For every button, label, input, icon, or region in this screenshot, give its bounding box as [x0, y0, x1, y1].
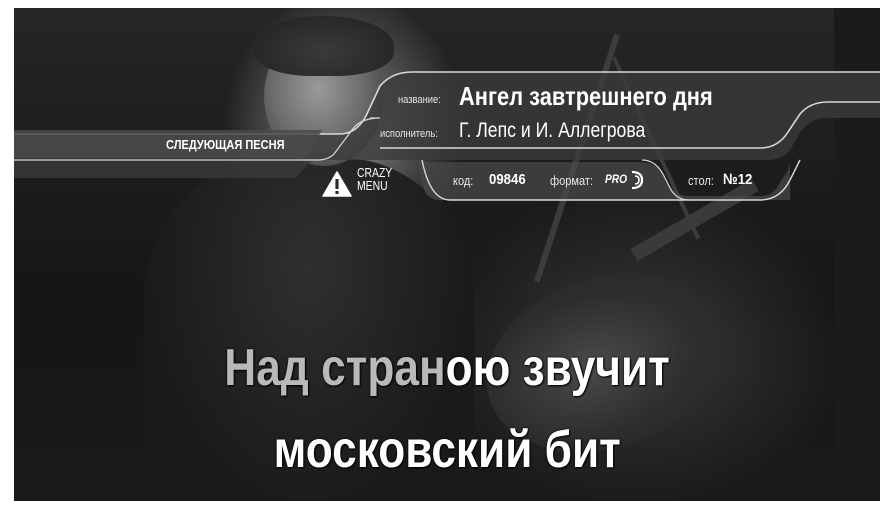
artist-label: исполнитель:	[380, 128, 438, 140]
warning-triangle-icon[interactable]	[322, 171, 352, 197]
format-badge: PRO	[605, 172, 628, 186]
table-number: №12	[723, 171, 753, 188]
pro-format-icon	[631, 170, 644, 190]
song-title: Ангел завтрешнего дня	[459, 81, 713, 111]
lyrics-line-1-sung: Над стран	[224, 339, 447, 397]
title-label: название:	[398, 94, 441, 106]
format-label: формат:	[550, 173, 594, 188]
karaoke-screen: СЛЕДУЮЩАЯ ПЕСНЯ название: Ангел завтрешн…	[0, 0, 895, 507]
song-code: 09846	[489, 171, 526, 188]
lyrics-line-2-text: московский бит	[273, 421, 622, 479]
table-label: стол:	[688, 173, 714, 188]
lyrics-line-1: Над страною звучит	[0, 338, 895, 398]
lyrics-line-2: московский бит	[0, 420, 895, 480]
crazy-menu-button[interactable]: CRAZY MENU	[357, 166, 392, 192]
lyrics-line-1-rest: ою звучит	[446, 339, 671, 397]
song-artist: Г. Лепс и И. Аллегрова	[459, 119, 646, 142]
code-label: код:	[453, 173, 474, 188]
crazy-menu-line2: MENU	[357, 178, 388, 193]
next-song-label: СЛЕДУЮЩАЯ ПЕСНЯ	[166, 137, 285, 152]
